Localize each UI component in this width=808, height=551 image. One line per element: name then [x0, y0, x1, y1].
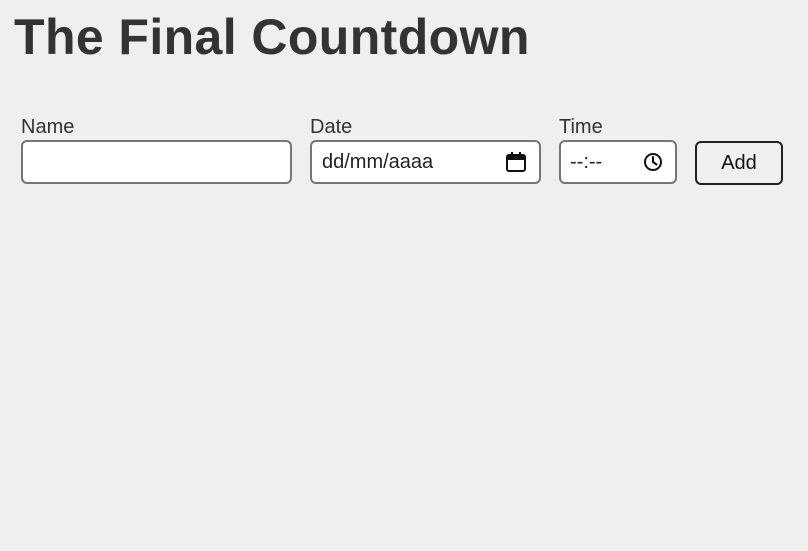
time-placeholder: --:--	[570, 150, 603, 173]
name-field-group: Name	[21, 116, 292, 184]
time-label: Time	[559, 116, 603, 138]
date-field-group: Date dd/mm/aaaa	[310, 116, 541, 184]
date-label: Date	[310, 116, 353, 138]
name-label: Name	[21, 116, 75, 138]
clock-icon[interactable]	[643, 152, 663, 172]
add-button[interactable]: Add	[695, 141, 783, 185]
time-field-group: Time --:--	[559, 116, 677, 184]
date-input[interactable]: dd/mm/aaaa	[310, 140, 541, 184]
name-input-box[interactable]	[21, 140, 292, 184]
page-title: The Final Countdown	[14, 9, 530, 65]
calendar-icon[interactable]	[505, 151, 527, 173]
time-input[interactable]: --:--	[559, 140, 677, 184]
date-placeholder: dd/mm/aaaa	[322, 150, 434, 173]
name-input[interactable]	[23, 142, 290, 182]
